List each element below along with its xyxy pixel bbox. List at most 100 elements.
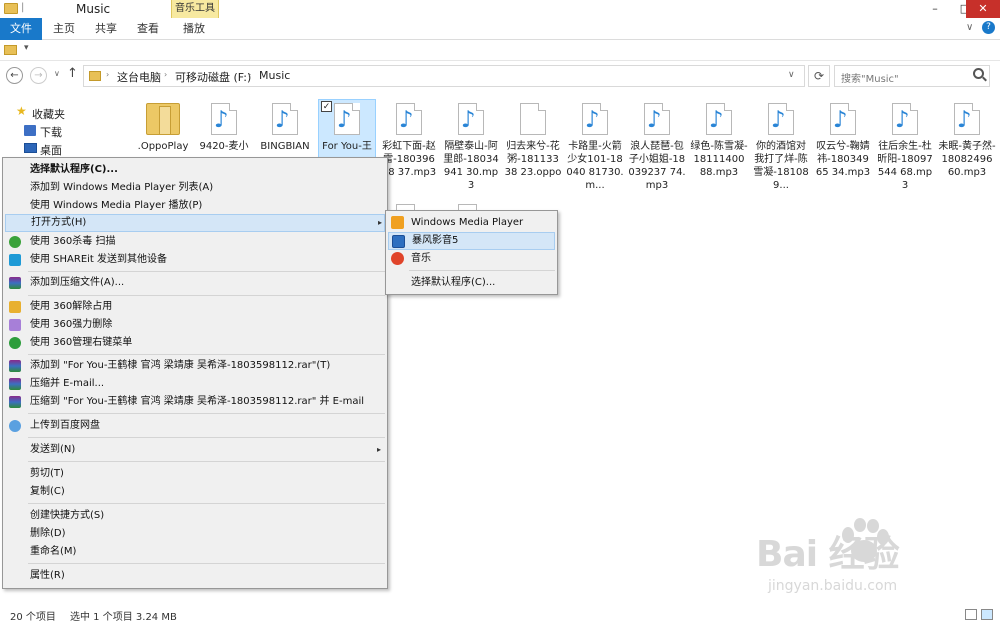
file-item[interactable]: ♪ 往后余生-杜昕阳-18097544 68.mp3 [876, 103, 934, 192]
breadcrumb-this-pc[interactable]: 这台电脑 [117, 69, 161, 85]
menu-item-send-to[interactable]: 发送到(N) ▸ [5, 441, 385, 459]
search-placeholder: 搜索"Music" [841, 74, 899, 85]
folder-icon[interactable] [4, 45, 17, 55]
menu-item-360-manage-menu[interactable]: 使用 360管理右键菜单 [5, 334, 385, 352]
file-item[interactable]: ♪ 绿色-陈雪凝-18111400 88.mp3 [690, 103, 748, 179]
file-item[interactable]: ♪ 隔壁泰山-阿里郎-18034941 30.mp3 [442, 103, 500, 192]
file-name: 绿色-陈雪凝-18111400 88.mp3 [690, 141, 748, 178]
up-button[interactable]: ↑ [67, 66, 78, 81]
sidebar-item-label: 收藏夹 [32, 108, 65, 121]
refresh-button[interactable]: ⟳ [808, 65, 830, 87]
tab-view[interactable]: 查看 [132, 18, 164, 40]
submenu-item-music[interactable]: 音乐 [388, 250, 555, 268]
menu-item-360-unlock[interactable]: 使用 360解除占用 [5, 298, 385, 316]
menu-item-360-scan[interactable]: 使用 360杀毒 扫描 [5, 233, 385, 251]
tab-file[interactable]: 文件 [0, 18, 42, 40]
qat-dropdown-icon[interactable]: ▾ [24, 43, 29, 53]
breadcrumb-music[interactable]: Music [259, 69, 290, 82]
baidu-paw-icon [842, 518, 889, 562]
menu-item-choose-default[interactable]: 选择默认程序(C)... [5, 161, 385, 179]
folder-icon [146, 103, 180, 135]
menu-item-rename[interactable]: 重命名(M) [5, 543, 385, 561]
file-item[interactable]: ♪ BINGBIAN [256, 103, 314, 153]
large-icons-view-icon[interactable] [981, 609, 993, 620]
checkbox-checked-icon[interactable]: ✓ [321, 101, 332, 112]
file-item-selected[interactable]: ✓ ♪ For You-王 [318, 99, 376, 159]
tab-play[interactable]: 播放 [176, 18, 212, 40]
recent-locations-icon[interactable]: ∨ [54, 69, 60, 78]
menu-item-add-to-wmp-list[interactable]: 添加到 Windows Media Player 列表(A) [5, 179, 385, 197]
menu-separator [28, 503, 385, 504]
submenu-item-label: 暴风影音5 [412, 235, 459, 246]
menu-item-360-force-delete[interactable]: 使用 360强力删除 [5, 316, 385, 334]
submenu-item-wmp[interactable]: Windows Media Player [388, 214, 555, 232]
forward-button[interactable]: → [30, 67, 47, 84]
shareit-icon [9, 254, 21, 266]
details-view-icon[interactable] [965, 609, 977, 620]
file-item[interactable]: ♪ 浪人琵琶-包子小姐姐-18039237 74.mp3 [628, 103, 686, 192]
tab-share[interactable]: 共享 [90, 18, 122, 40]
qat-divider: | [21, 2, 25, 13]
minimize-button[interactable]: – [920, 0, 950, 18]
winrar-icon [9, 360, 21, 372]
file-item[interactable]: ♪ 彩虹下面-赵雷-18039628 37.mp3 [380, 103, 438, 179]
search-icon[interactable] [973, 68, 984, 79]
sidebar-item-favorites[interactable]: ★ 收藏夹 [0, 104, 126, 122]
menu-item-shareit[interactable]: 使用 SHAREit 发送到其他设备 [5, 251, 385, 269]
menu-item-add-to-rar[interactable]: 添加到 "For You-王鹤棣 官鸿 梁靖康 吴希泽-1803598112.r… [5, 357, 385, 375]
wmp-icon [391, 216, 404, 229]
search-box[interactable]: 搜索"Music" [834, 65, 990, 87]
file-name: 叹云兮-鞠婧祎-18034965 34.mp3 [815, 141, 871, 178]
sidebar-item-downloads[interactable]: 下载 [0, 122, 126, 140]
music-file-icon: ♪ [954, 103, 980, 135]
breadcrumb-separator-icon[interactable]: › [106, 70, 109, 79]
music-file-icon: ♪ [458, 103, 484, 135]
menu-item-open-with[interactable]: 打开方式(H) ▸ [5, 214, 385, 232]
help-icon[interactable]: ? [982, 21, 995, 34]
menu-item-play-with-wmp[interactable]: 使用 Windows Media Player 播放(P) [5, 197, 385, 215]
breadcrumb-removable-disk[interactable]: 可移动磁盘 (F:) [175, 69, 251, 85]
file-item[interactable]: 归去来兮-花粥-18113338 23.oppo [504, 103, 562, 179]
sidebar-item-desktop[interactable]: 桌面 [0, 140, 126, 158]
music-file-icon: ♪ [396, 103, 422, 135]
close-button[interactable]: ✕ [966, 0, 1000, 18]
expand-ribbon-icon[interactable]: ∨ [966, 22, 973, 33]
menu-item-cut[interactable]: 剪切(T) [5, 465, 385, 483]
menu-item-create-shortcut[interactable]: 创建快捷方式(S) [5, 507, 385, 525]
address-bar[interactable]: › 这台电脑 › 可移动磁盘 (F:) › Music ∨ [83, 65, 805, 87]
watermark-url: jingyan.baidu.com [768, 578, 898, 594]
folder-icon [4, 3, 18, 14]
submenu-item-baofeng[interactable]: 暴风影音5 [388, 232, 555, 250]
menu-separator [28, 563, 385, 564]
menu-item-baidu-upload[interactable]: 上传到百度网盘 [5, 417, 385, 435]
menu-item-properties[interactable]: 属性(R) [5, 567, 385, 585]
file-name: For You-王 [322, 141, 372, 152]
context-menu: 选择默认程序(C)... 添加到 Windows Media Player 列表… [2, 157, 388, 589]
file-item[interactable]: .OppoPlay [134, 103, 192, 153]
file-item[interactable]: ♪ 未眠-黄子然-18082496 60.mp3 [938, 103, 996, 179]
menu-item-add-to-archive[interactable]: 添加到压缩文件(A)... [5, 274, 385, 292]
folder-icon [89, 71, 101, 81]
menu-item-copy[interactable]: 复制(C) [5, 483, 385, 501]
ribbon-tabs: 文件 主页 共享 查看 播放 ∨ ? [0, 18, 1000, 40]
file-item[interactable]: ♪ 你的酒馆对我打了烊-陈雪凝-181089... [752, 103, 810, 192]
menu-item-compress-rar-email[interactable]: 压缩到 "For You-王鹤棣 官鸿 梁靖康 吴希泽-1803598112.r… [5, 393, 385, 411]
submenu-item-choose-default[interactable]: 选择默认程序(C)... [388, 274, 555, 292]
tab-home[interactable]: 主页 [48, 18, 80, 40]
file-name: .OppoPlay [137, 141, 189, 152]
sidebar-item-label: 下载 [40, 126, 62, 139]
breadcrumb-separator-icon[interactable]: › [164, 70, 167, 79]
menu-item-compress-email[interactable]: 压缩并 E-mail... [5, 375, 385, 393]
file-item[interactable]: ♪ 9420-麦小 [195, 103, 253, 153]
menu-item-label: 上传到百度网盘 [30, 420, 100, 431]
submenu-item-label: 音乐 [411, 253, 431, 264]
back-button[interactable]: ← [6, 67, 23, 84]
address-dropdown-icon[interactable]: ∨ [788, 70, 795, 80]
file-item[interactable]: ♪ 叹云兮-鞠婧祎-18034965 34.mp3 [814, 103, 872, 179]
contextual-tab-music-tools[interactable]: 音乐工具 [171, 0, 219, 18]
file-item[interactable]: ♪ 卡路里-火箭少女101-18040 81730.m... [566, 103, 624, 192]
menu-item-delete[interactable]: 删除(D) [5, 525, 385, 543]
file-name: 彩虹下面-赵雷-18039628 37.mp3 [381, 141, 437, 178]
menu-item-label: 使用 360强力删除 [30, 319, 113, 330]
breadcrumb-separator-icon[interactable]: › [248, 70, 251, 79]
